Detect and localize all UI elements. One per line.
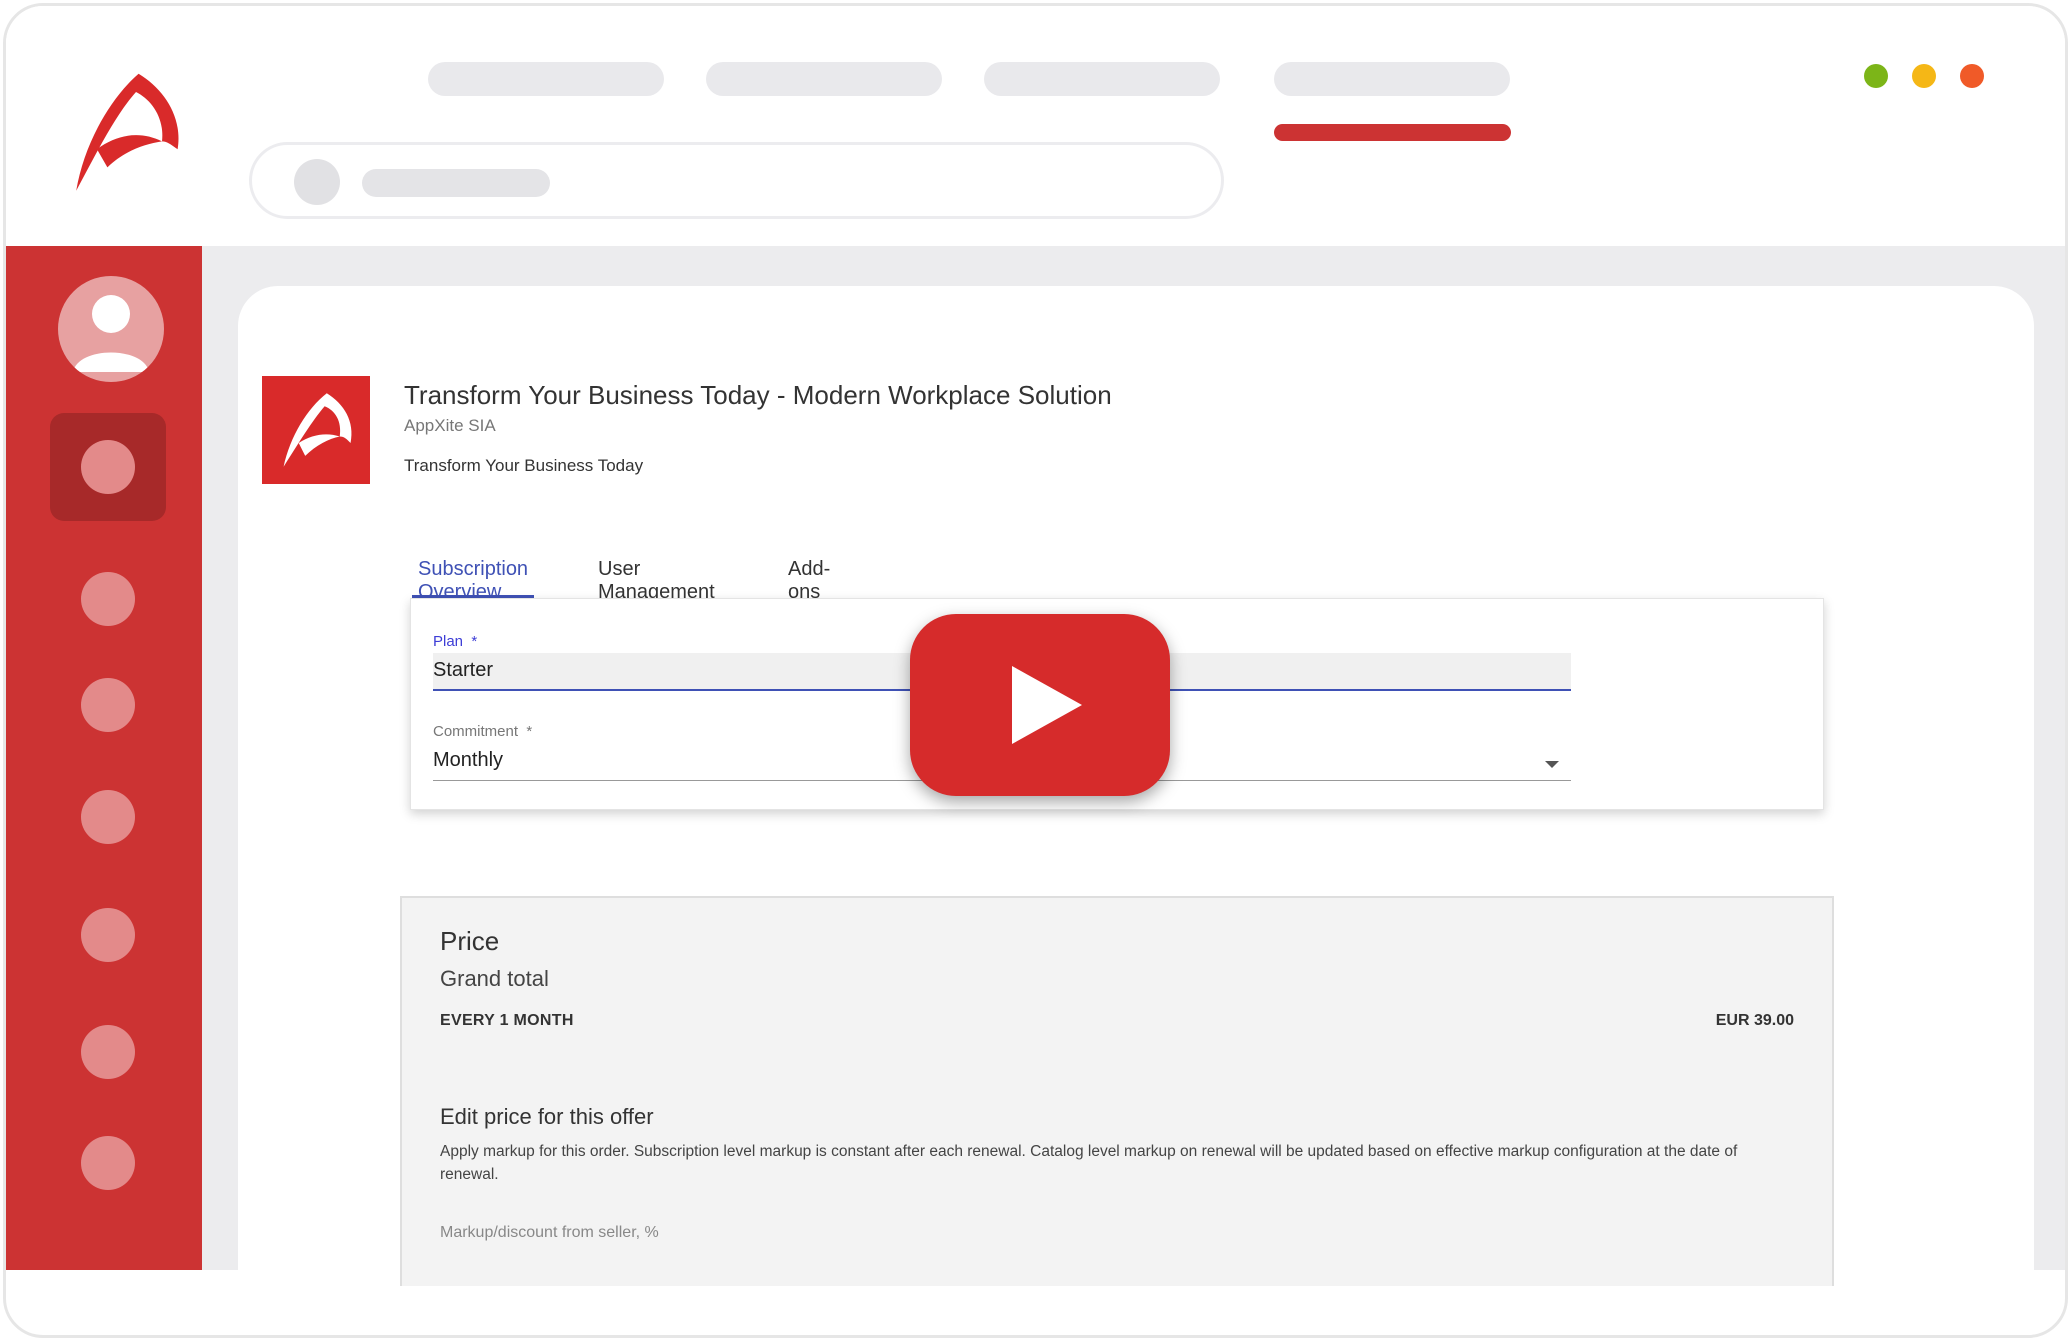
edit-price-heading: Edit price for this offer xyxy=(440,1104,654,1129)
commitment-value: Monthly xyxy=(433,749,504,771)
product-title: Transform Your Business Today - Modern W… xyxy=(404,380,1112,410)
user-avatar-icon[interactable] xyxy=(58,276,164,382)
sidebar-item-6[interactable] xyxy=(81,1025,135,1079)
sidebar-item-7[interactable] xyxy=(81,1136,135,1190)
price-heading: Price xyxy=(440,926,500,956)
tab-add-ons[interactable]: Add-ons xyxy=(788,558,830,603)
search-text-placeholder xyxy=(362,169,550,197)
sidebar-item-5[interactable] xyxy=(81,908,135,962)
top-bar xyxy=(6,6,2065,246)
sidebar-item-4[interactable] xyxy=(81,790,135,844)
chevron-down-icon[interactable] xyxy=(1545,761,1559,768)
app-window: Transform Your Business Today - Modern W… xyxy=(3,3,2068,1338)
price-section: Price Grand total EVERY 1 MONTH EUR 39.0… xyxy=(400,896,1834,1286)
sidebar xyxy=(6,246,202,1270)
window-dot-orange[interactable] xyxy=(1960,64,1984,88)
nav-item-placeholder-2[interactable] xyxy=(706,62,942,96)
sidebar-item-3[interactable] xyxy=(81,678,135,732)
grand-total-label: Grand total xyxy=(440,966,549,991)
product-vendor: AppXite SIA xyxy=(404,416,496,435)
commitment-label: Commitment * xyxy=(433,723,533,740)
appxite-logo[interactable] xyxy=(58,66,188,196)
window-dot-yellow[interactable] xyxy=(1912,64,1936,88)
tab-subscription-overview[interactable]: Subscription Overview xyxy=(412,558,535,603)
sidebar-icon-active xyxy=(81,440,135,494)
nav-item-placeholder-1[interactable] xyxy=(428,62,664,96)
search-avatar-placeholder xyxy=(294,159,340,205)
play-triangle xyxy=(1012,666,1082,744)
price-amount: EUR 39.00 xyxy=(1715,1012,1794,1029)
billing-period: EVERY 1 MONTH xyxy=(440,1012,574,1029)
markup-label: Markup/discount from seller, % xyxy=(440,1224,659,1241)
edit-price-description: Apply markup for this order. Subscriptio… xyxy=(440,1143,1738,1183)
product-description: Transform Your Business Today xyxy=(404,456,644,475)
active-nav-indicator xyxy=(1274,124,1511,141)
plan-label: Plan * xyxy=(433,633,478,650)
plan-value: Starter xyxy=(433,659,494,681)
nav-item-placeholder-active[interactable] xyxy=(1274,62,1510,96)
search-bar[interactable] xyxy=(249,142,1224,219)
product-logo xyxy=(262,376,370,484)
nav-item-placeholder-3[interactable] xyxy=(984,62,1220,96)
tab-user-management[interactable]: User Management xyxy=(598,558,715,603)
sidebar-item-2[interactable] xyxy=(81,572,135,626)
play-icon[interactable] xyxy=(910,614,1170,796)
sidebar-item-active[interactable] xyxy=(50,413,166,521)
window-dot-green[interactable] xyxy=(1864,64,1888,88)
